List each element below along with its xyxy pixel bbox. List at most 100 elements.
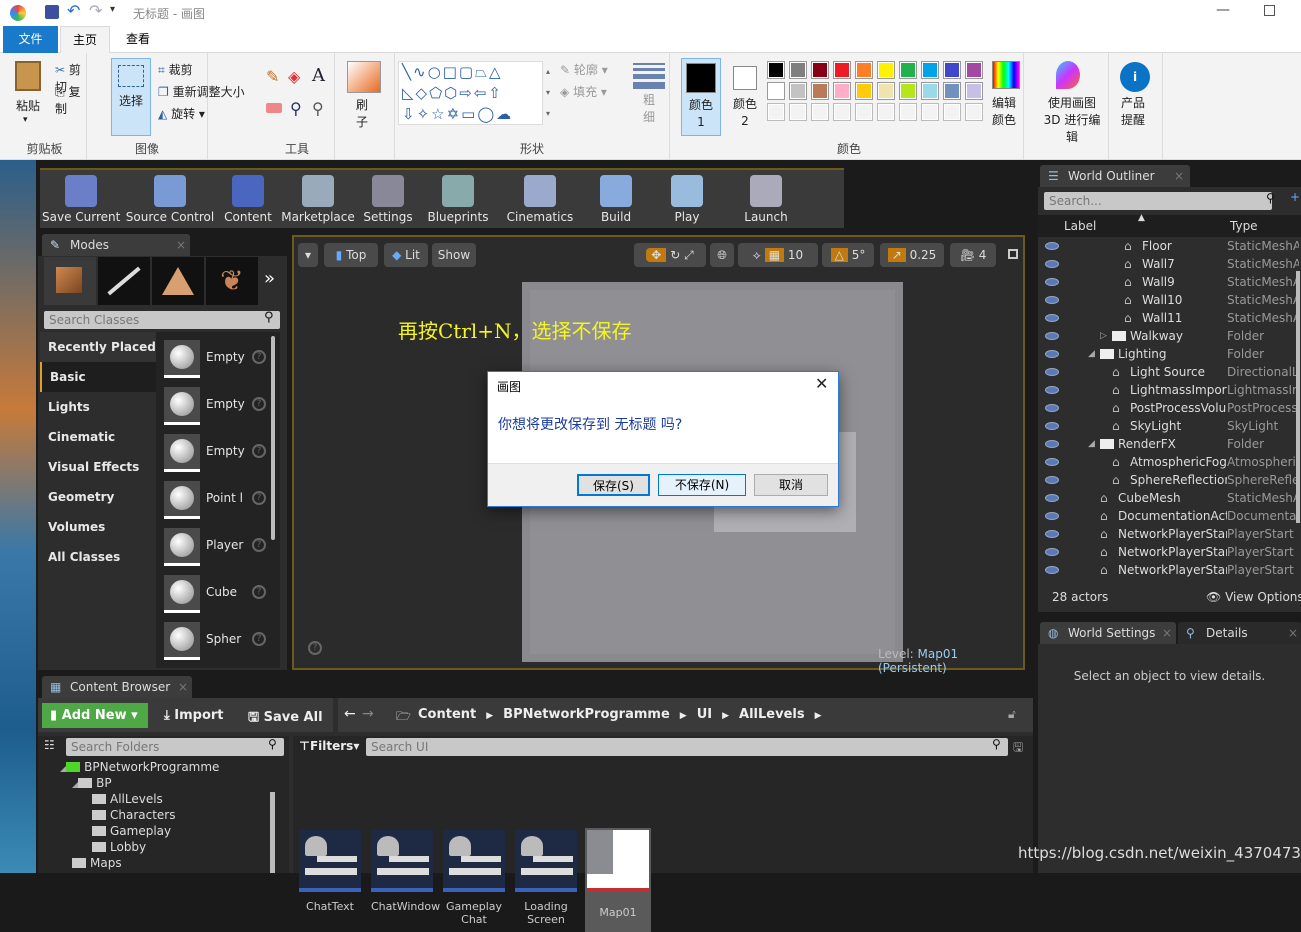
close-icon[interactable]: ×: [1288, 622, 1298, 644]
paint3d-icon[interactable]: [1056, 61, 1080, 89]
magnifier-icon[interactable]: ⚲: [312, 99, 324, 118]
help-icon[interactable]: ?: [252, 491, 266, 505]
scale-icon[interactable]: ⤢: [684, 248, 694, 262]
outline-button[interactable]: ✎ 轮廓 ▾: [560, 61, 608, 78]
fill-button[interactable]: ◈ 填充 ▾: [560, 83, 607, 100]
foliage-mode-icon[interactable]: ❦: [206, 257, 258, 305]
collapse-arrow-icon[interactable]: ◢: [1088, 435, 1095, 453]
outliner-row[interactable]: ⌂ Light Source DirectionalLi: [1038, 363, 1301, 381]
asset-widget-blueprint[interactable]: ChatText: [297, 828, 363, 932]
visibility-eye-icon[interactable]: [1045, 458, 1059, 466]
placeable-item[interactable]: Point l?: [164, 477, 266, 524]
visibility-eye-icon[interactable]: [1045, 494, 1059, 502]
show-button[interactable]: Show: [432, 243, 476, 267]
visibility-eye-icon[interactable]: [1045, 548, 1059, 556]
toolbar-blueprints-button[interactable]: Blueprints: [420, 170, 496, 230]
color-swatch[interactable]: [833, 82, 851, 100]
custom-color-slot[interactable]: [921, 103, 939, 121]
category-all-classes[interactable]: All Classes: [40, 542, 156, 572]
visibility-eye-icon[interactable]: [1045, 566, 1059, 574]
breadcrumb-item[interactable]: BPNetworkProgramme: [503, 707, 670, 722]
color-picker-icon[interactable]: ⚲: [290, 99, 302, 118]
back-icon[interactable]: ←: [344, 706, 356, 722]
expand-arrow-icon[interactable]: ▷: [1100, 327, 1107, 345]
placeable-item[interactable]: Empty?: [164, 336, 266, 383]
toolbar-cinematics-button[interactable]: Cinematics: [500, 170, 580, 230]
color-swatch[interactable]: [965, 82, 983, 100]
outliner-row[interactable]: ⌂ Wall11 StaticMeshA: [1038, 309, 1301, 327]
help-icon[interactable]: ?: [252, 585, 266, 599]
visibility-eye-icon[interactable]: [1045, 386, 1059, 394]
folder-tree-item[interactable]: Maps: [72, 856, 122, 870]
asset-widget-blueprint[interactable]: Loading Screen: [513, 828, 579, 932]
visibility-eye-icon[interactable]: [1045, 242, 1059, 250]
content-browser-tab[interactable]: ▦ Content Browser ×: [42, 676, 192, 698]
edit-colors-button[interactable]: 编辑颜色: [992, 95, 1020, 129]
breadcrumb-separator-icon[interactable]: ▶: [815, 711, 822, 721]
rotate-icon[interactable]: ↻: [670, 248, 680, 262]
color-swatch[interactable]: [811, 82, 829, 100]
breadcrumb-separator-icon[interactable]: ▶: [722, 711, 729, 721]
toolbar-content-button[interactable]: Content: [220, 170, 276, 230]
custom-color-slot[interactable]: [965, 103, 983, 121]
world-local-icon[interactable]: 🌐︎: [710, 243, 734, 267]
asset-widget-blueprint[interactable]: Gameplay Chat: [441, 828, 507, 932]
color2-button[interactable]: 颜色 2: [727, 58, 763, 136]
visibility-eye-icon[interactable]: [1045, 422, 1059, 430]
close-icon[interactable]: ×: [1174, 165, 1184, 187]
modes-tab[interactable]: ✎ Modes ×: [42, 234, 190, 256]
outliner-row[interactable]: ⌂ NetworkPlayerStart3PlayerStart: [1038, 561, 1301, 579]
color-swatch[interactable]: [877, 82, 895, 100]
viewport-options-button[interactable]: ▾: [298, 243, 318, 267]
custom-color-slot[interactable]: [899, 103, 917, 121]
outliner-row[interactable]: ⌂ NetworkPlayerStart2PlayerStart: [1038, 543, 1301, 561]
translate-icon[interactable]: ✥: [646, 248, 667, 262]
visibility-eye-icon[interactable]: [1045, 476, 1059, 484]
outliner-row[interactable]: ⌂ AtmosphericFog Atmospheric: [1038, 453, 1301, 471]
placeable-item[interactable]: Empty?: [164, 430, 266, 477]
info-icon[interactable]: i: [1120, 62, 1150, 92]
outliner-scrollbar[interactable]: [1296, 271, 1300, 523]
visibility-eye-icon[interactable]: [1045, 296, 1059, 304]
fill-bucket-icon[interactable]: ◈: [288, 67, 300, 86]
custom-color-slot[interactable]: [855, 103, 873, 121]
customize-qat-icon[interactable]: ▾: [110, 4, 115, 15]
maximize-button[interactable]: [1264, 5, 1275, 16]
create-folder-icon[interactable]: +: [1290, 190, 1300, 204]
copy-button[interactable]: ⎘ 复制: [55, 83, 86, 117]
category-geometry[interactable]: Geometry: [40, 482, 156, 512]
paste-button[interactable]: 粘贴: [16, 97, 40, 114]
save-button[interactable]: 保存(S): [577, 474, 650, 496]
brush-button[interactable]: 刷子: [352, 97, 372, 131]
outliner-row[interactable]: ⌂ SkyLight SkyLight: [1038, 417, 1301, 435]
color-swatch[interactable]: [921, 61, 939, 79]
toolbar-build-button[interactable]: Build: [584, 170, 648, 230]
color-swatch[interactable]: [899, 82, 917, 100]
save-all-button[interactable]: 🖫︎ Save All: [248, 708, 323, 730]
toolbar-settings-button[interactable]: Settings: [360, 170, 416, 230]
add-new-button[interactable]: ▮ Add New ▾: [42, 703, 148, 728]
color-swatch[interactable]: [943, 82, 961, 100]
folder-tree-scrollbar[interactable]: [270, 792, 275, 873]
close-icon[interactable]: ×: [178, 676, 188, 698]
outliner-row[interactable]: ⌂ DocumentationActorDocumentat: [1038, 507, 1301, 525]
custom-color-slot[interactable]: [811, 103, 829, 121]
outliner-row[interactable]: ⌂ Wall10 StaticMeshA: [1038, 291, 1301, 309]
breadcrumb-item[interactable]: Content: [418, 707, 476, 722]
sources-toggle-icon[interactable]: ☷: [44, 738, 55, 752]
placeable-item[interactable]: Player?: [164, 524, 266, 571]
camera-speed[interactable]: 🎥︎ 4: [950, 243, 996, 267]
world-outliner-tab[interactable]: ☰ World Outliner ×: [1040, 165, 1190, 187]
outliner-row[interactable]: ⌂ NetworkPlayerStart PlayerStart: [1038, 525, 1301, 543]
grid-snap[interactable]: ⟡ ▦ 10: [738, 243, 818, 267]
text-icon[interactable]: A: [312, 65, 325, 86]
folder-tree-item[interactable]: Characters: [92, 808, 176, 822]
outliner-row[interactable]: ⌂ Wall9 StaticMeshA: [1038, 273, 1301, 291]
help-icon[interactable]: ?: [252, 444, 266, 458]
forward-icon[interactable]: →: [362, 706, 374, 722]
tab-home[interactable]: 主页: [60, 26, 110, 54]
outliner-row[interactable]: ▷ Walkway Folder: [1038, 327, 1301, 345]
help-icon[interactable]: ?: [252, 350, 266, 364]
outliner-row[interactable]: ◢ RenderFX Folder: [1038, 435, 1301, 453]
visibility-eye-icon[interactable]: [1045, 350, 1059, 358]
